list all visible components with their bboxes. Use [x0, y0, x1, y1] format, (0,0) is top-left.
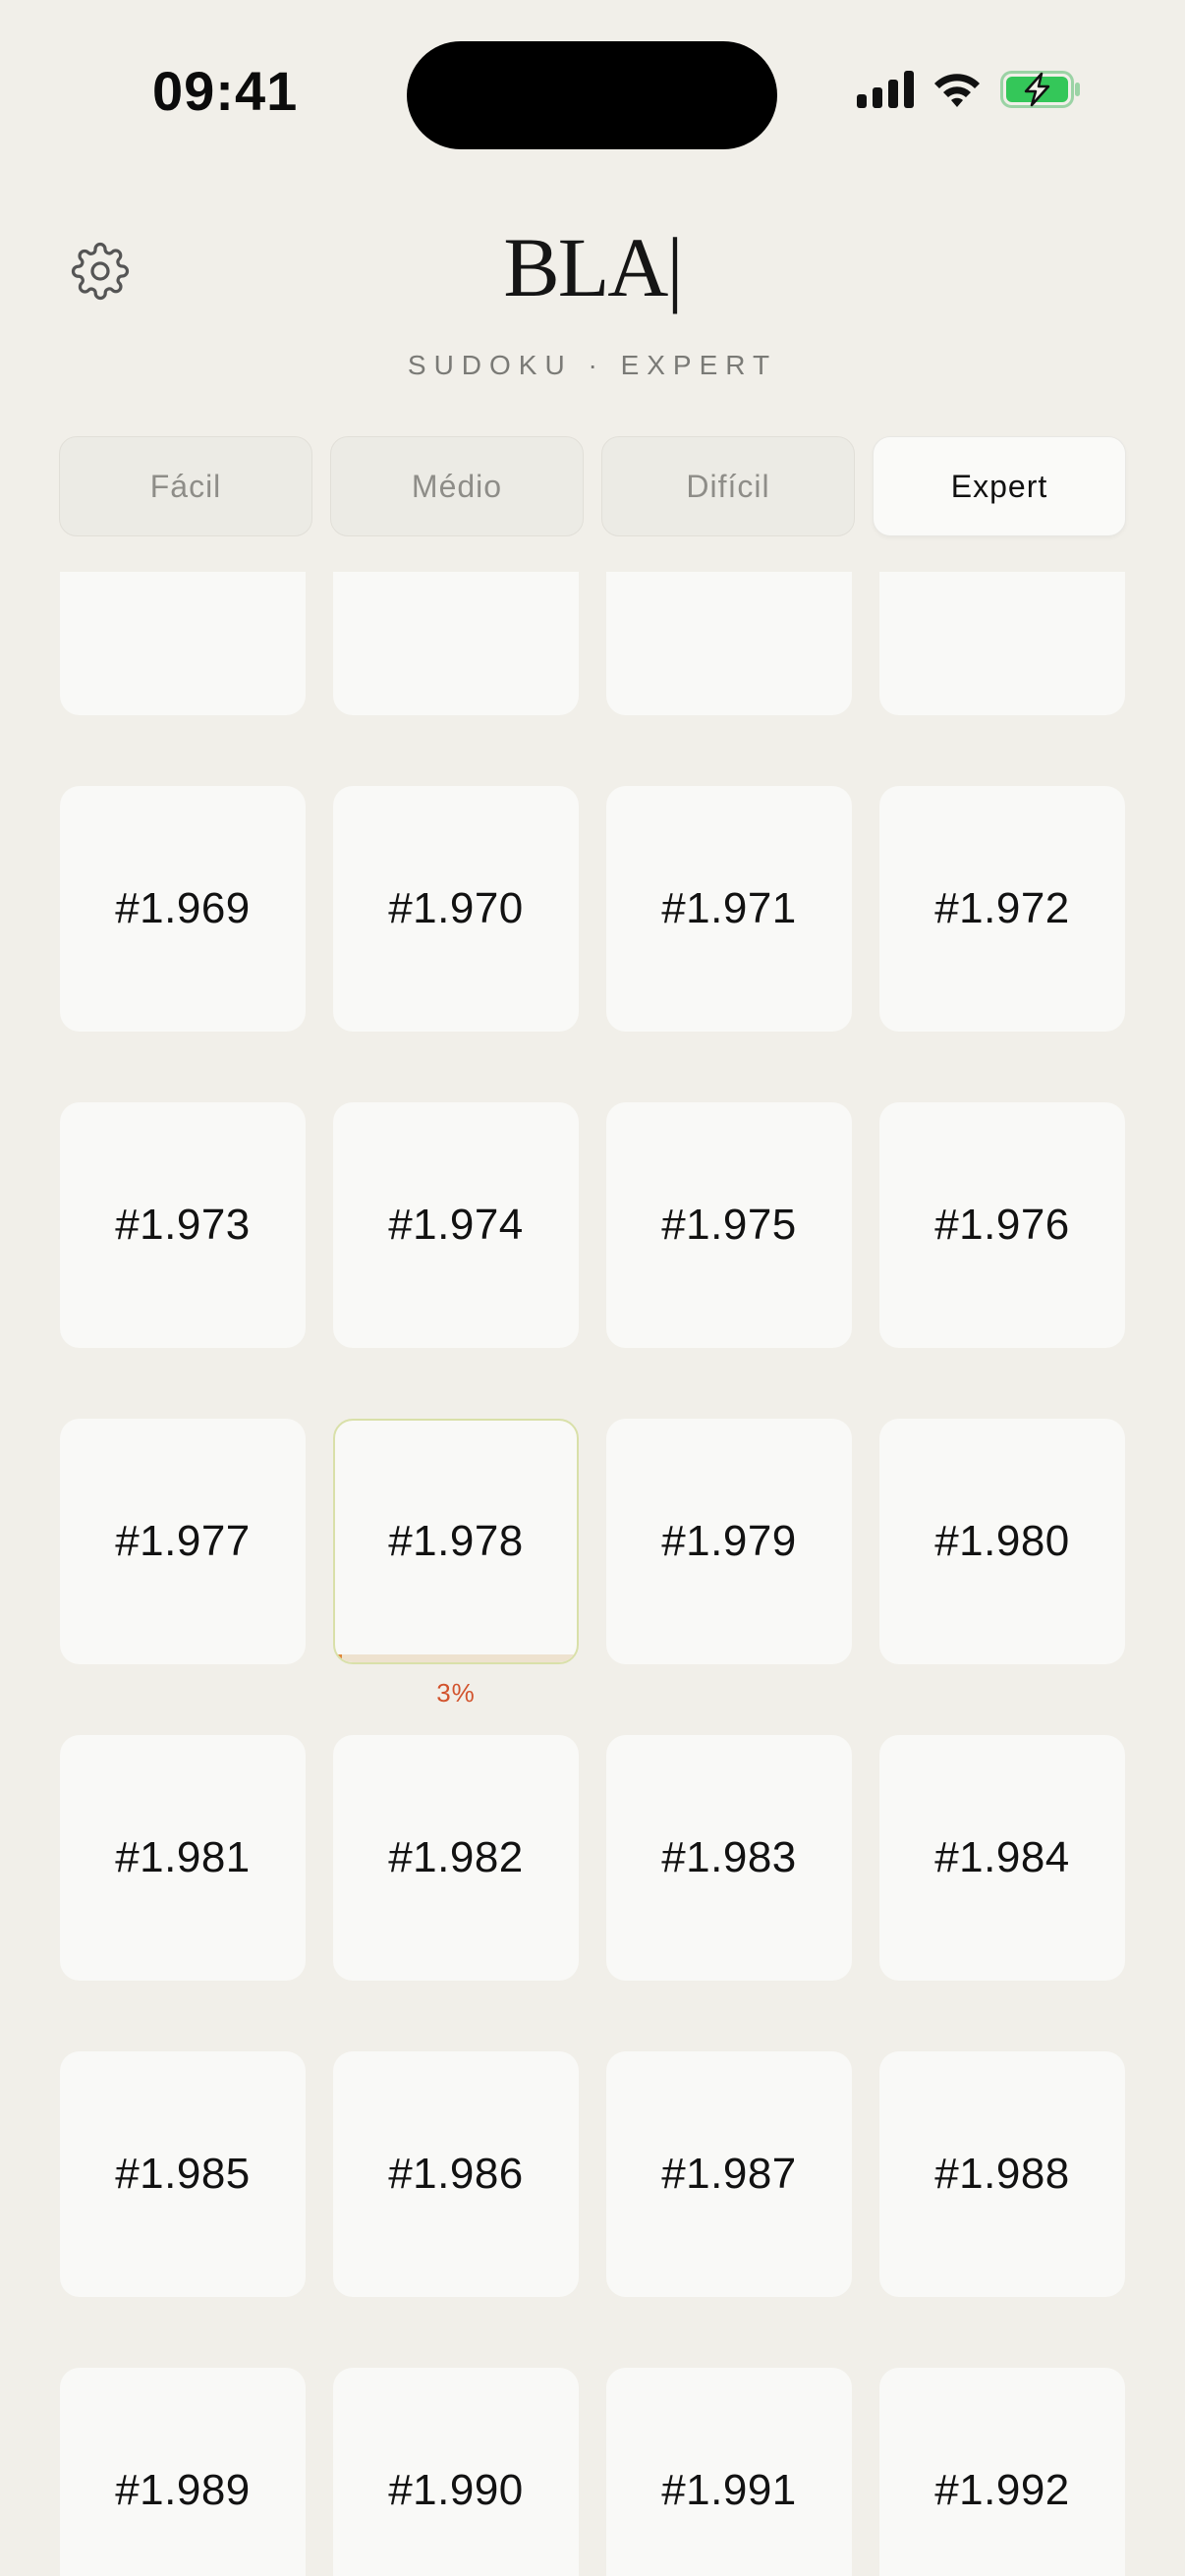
puzzle-number: #1.974: [388, 1201, 524, 1249]
tab-medio[interactable]: Médio: [330, 436, 584, 536]
page-subtitle: SUDOKU · EXPERT: [407, 350, 778, 380]
puzzle-cell: [333, 572, 579, 715]
puzzle-number: #1.979: [661, 1517, 797, 1565]
puzzle-cell: #1.978 3%: [333, 1419, 579, 1708]
dynamic-island: [407, 41, 777, 149]
puzzle-cell: #1.977: [60, 1419, 306, 1664]
puzzle-card[interactable]: #1.969: [60, 786, 306, 1032]
tab-dificil[interactable]: Difícil: [601, 436, 855, 536]
puzzle-card[interactable]: #1.978: [333, 1419, 579, 1664]
puzzle-card[interactable]: #1.987: [606, 2051, 852, 2297]
puzzle-card[interactable]: [879, 572, 1125, 715]
signal-icon: [857, 71, 914, 108]
puzzle-number: #1.984: [934, 1833, 1070, 1881]
puzzle-number: #1.987: [661, 2150, 797, 2198]
puzzle-cell: #1.974: [333, 1102, 579, 1348]
puzzle-card[interactable]: #1.970: [333, 786, 579, 1032]
puzzle-number: #1.988: [934, 2150, 1070, 2198]
puzzle-card[interactable]: #1.981: [60, 1735, 306, 1981]
puzzle-number: #1.986: [388, 2150, 524, 2198]
puzzle-number: #1.989: [115, 2466, 251, 2514]
puzzle-card[interactable]: #1.984: [879, 1735, 1125, 1981]
puzzle-card[interactable]: #1.974: [333, 1102, 579, 1348]
puzzle-cell: #1.970: [333, 786, 579, 1032]
puzzle-cell: #1.972: [879, 786, 1125, 1032]
puzzle-card[interactable]: #1.988: [879, 2051, 1125, 2297]
puzzle-card[interactable]: #1.973: [60, 1102, 306, 1348]
status-time: 09:41: [152, 60, 299, 122]
puzzle-cell: #1.990: [333, 2368, 579, 2576]
puzzle-grid: #1.969 #1.970 #1.971 #1.972 #1.973 #1.974 #1.9…: [60, 572, 1125, 2576]
puzzle-number: #1.985: [115, 2150, 251, 2198]
battery-charging-icon: [1000, 69, 1081, 110]
puzzle-number: #1.969: [115, 884, 251, 932]
puzzle-cell: #1.979: [606, 1419, 852, 1664]
puzzle-card[interactable]: #1.977: [60, 1419, 306, 1664]
puzzle-number: #1.978: [388, 1517, 524, 1565]
puzzle-cell: [606, 572, 852, 715]
puzzle-card[interactable]: [60, 572, 306, 715]
puzzle-card[interactable]: #1.980: [879, 1419, 1125, 1664]
puzzle-cell: [60, 572, 306, 715]
puzzle-cell: #1.986: [333, 2051, 579, 2297]
puzzle-card[interactable]: #1.975: [606, 1102, 852, 1348]
puzzle-number: #1.990: [388, 2466, 524, 2514]
progress-bar: [335, 1654, 577, 1662]
tab-facil[interactable]: Fácil: [59, 436, 312, 536]
puzzle-cell: [879, 572, 1125, 715]
puzzle-number: #1.992: [934, 2466, 1070, 2514]
puzzle-card[interactable]: #1.971: [606, 786, 852, 1032]
puzzle-cell: #1.983: [606, 1735, 852, 1981]
puzzle-cell: #1.973: [60, 1102, 306, 1348]
puzzle-number: #1.982: [388, 1833, 524, 1881]
puzzle-list[interactable]: #1.969 #1.970 #1.971 #1.972 #1.973 #1.974 #1.9…: [0, 572, 1185, 2576]
puzzle-cell: #1.980: [879, 1419, 1125, 1664]
app-logo: BLA|: [503, 220, 683, 314]
tab-expert[interactable]: Expert: [873, 436, 1126, 536]
puzzle-cell: #1.975: [606, 1102, 852, 1348]
puzzle-card[interactable]: #1.991: [606, 2368, 852, 2576]
puzzle-card[interactable]: #1.985: [60, 2051, 306, 2297]
puzzle-card[interactable]: #1.976: [879, 1102, 1125, 1348]
puzzle-number: #1.991: [661, 2466, 797, 2514]
puzzle-number: #1.972: [934, 884, 1070, 932]
puzzle-card[interactable]: #1.982: [333, 1735, 579, 1981]
puzzle-card[interactable]: #1.992: [879, 2368, 1125, 2576]
puzzle-cell: #1.982: [333, 1735, 579, 1981]
puzzle-number: #1.980: [934, 1517, 1070, 1565]
puzzle-card[interactable]: #1.979: [606, 1419, 852, 1664]
puzzle-number: #1.975: [661, 1201, 797, 1249]
puzzle-number: #1.976: [934, 1201, 1070, 1249]
progress-fill: [335, 1654, 343, 1662]
puzzle-cell: #1.969: [60, 786, 306, 1032]
puzzle-card[interactable]: [606, 572, 852, 715]
puzzle-cell: #1.981: [60, 1735, 306, 1981]
status-bar: 09:41: [0, 0, 1185, 177]
puzzle-cell: #1.984: [879, 1735, 1125, 1981]
puzzle-card[interactable]: #1.990: [333, 2368, 579, 2576]
puzzle-card[interactable]: #1.989: [60, 2368, 306, 2576]
difficulty-tabs: Fácil Médio Difícil Expert: [59, 436, 1126, 536]
puzzle-number: #1.983: [661, 1833, 797, 1881]
puzzle-cell: #1.988: [879, 2051, 1125, 2297]
puzzle-card[interactable]: [333, 572, 579, 715]
puzzle-cell: #1.985: [60, 2051, 306, 2297]
puzzle-cell: #1.992: [879, 2368, 1125, 2576]
puzzle-card[interactable]: #1.986: [333, 2051, 579, 2297]
progress-label: 3%: [436, 1678, 476, 1708]
puzzle-cell: #1.971: [606, 786, 852, 1032]
puzzle-number: #1.977: [115, 1517, 251, 1565]
puzzle-card[interactable]: #1.983: [606, 1735, 852, 1981]
puzzle-number: #1.971: [661, 884, 797, 932]
puzzle-cell: #1.991: [606, 2368, 852, 2576]
puzzle-number: #1.973: [115, 1201, 251, 1249]
puzzle-card[interactable]: #1.972: [879, 786, 1125, 1032]
status-icons: [857, 69, 1081, 110]
puzzle-cell: #1.976: [879, 1102, 1125, 1348]
puzzle-number: #1.970: [388, 884, 524, 932]
puzzle-cell: #1.987: [606, 2051, 852, 2297]
wifi-icon: [931, 70, 983, 109]
puzzle-number: #1.981: [115, 1833, 251, 1881]
puzzle-cell: #1.989: [60, 2368, 306, 2576]
